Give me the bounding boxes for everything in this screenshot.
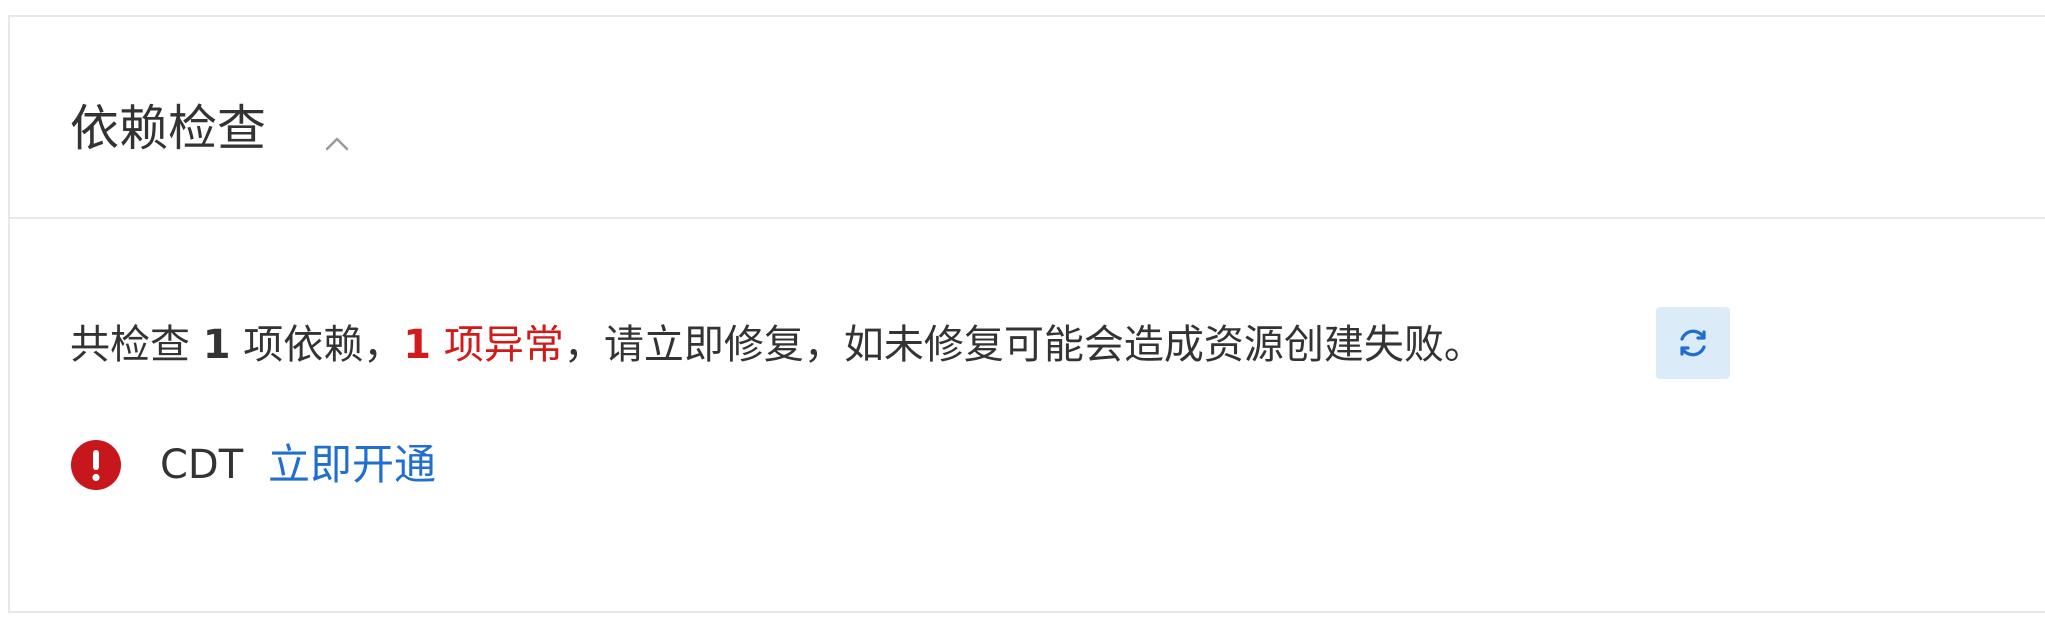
panel-title: 依赖检查 — [70, 100, 267, 157]
dependency-check-panel: 依赖检查 共检查 1 项依赖，1 项异常，请立即修复，如未修复可能会造成资源创建… — [8, 15, 2045, 613]
panel-header[interactable]: 依赖检查 — [10, 17, 2045, 219]
abnormal-count: 1 — [403, 322, 432, 368]
error-icon — [70, 439, 122, 491]
summary-suffix: ，请立即修复，如未修复可能会造成资源创建失败。 — [563, 322, 1484, 368]
dependency-name: CDT — [160, 442, 244, 488]
refresh-button[interactable] — [1656, 307, 1730, 379]
summary-prefix: 共检查 — [70, 322, 203, 368]
refresh-icon — [1680, 329, 1706, 357]
summary-mid: 项依赖， — [230, 322, 404, 368]
abnormal-text: 项异常 — [431, 322, 564, 368]
checked-count: 1 — [202, 322, 231, 368]
enable-now-link[interactable]: 立即开通 — [268, 437, 436, 493]
check-summary: 共检查 1 项依赖，1 项异常，请立即修复，如未修复可能会造成资源创建失败。 — [70, 315, 1484, 375]
chevron-up-icon[interactable] — [320, 127, 354, 161]
